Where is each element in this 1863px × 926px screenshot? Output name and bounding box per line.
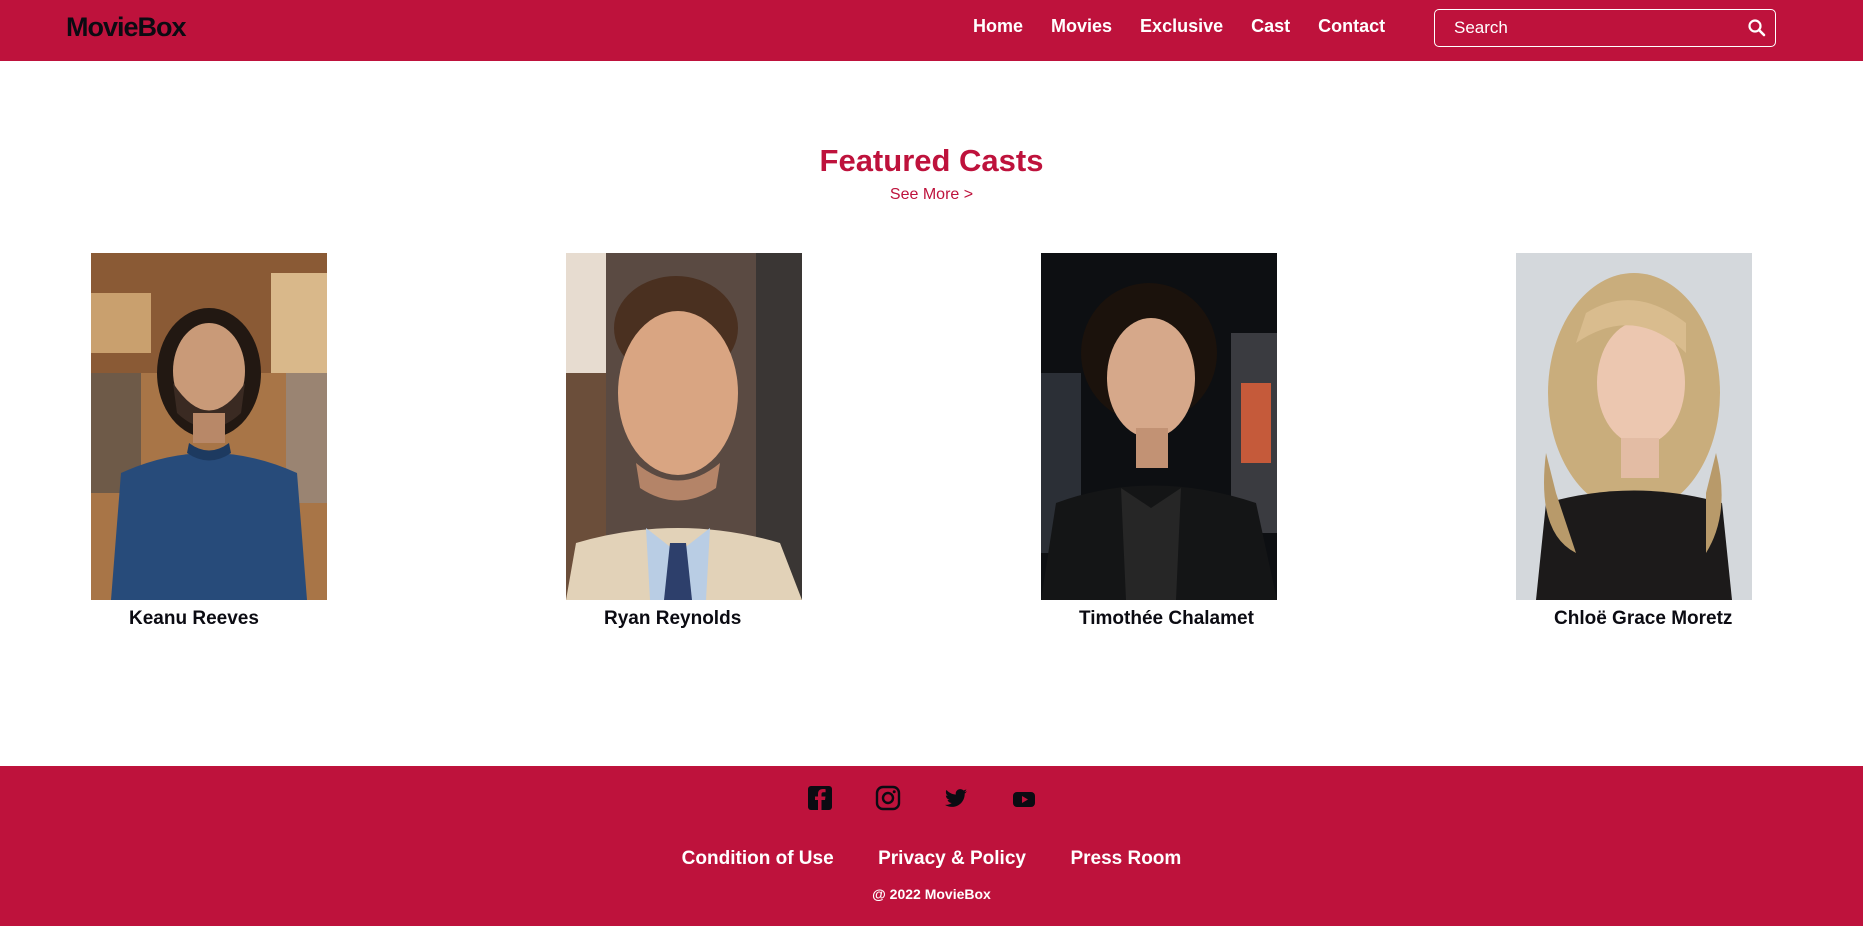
footer-links: Condition of Use Privacy & Policy Press … — [0, 848, 1863, 870]
section-title: Featured Casts — [819, 143, 1044, 178]
see-more-link[interactable]: See More > — [0, 186, 1863, 204]
cast-card[interactable]: Ryan Reynolds — [566, 253, 802, 629]
search-icon[interactable] — [1747, 18, 1767, 38]
nav-link-home[interactable]: Home — [973, 16, 1023, 37]
youtube-icon[interactable] — [1010, 784, 1038, 812]
nav-link-movies[interactable]: Movies — [1051, 16, 1112, 37]
nav-link-exclusive[interactable]: Exclusive — [1140, 16, 1223, 37]
cast-name: Chloë Grace Moretz — [1554, 608, 1733, 629]
search-input[interactable] — [1435, 10, 1735, 45]
cast-card[interactable]: Chloë Grace Moretz — [1516, 253, 1752, 629]
footer-link-press[interactable]: Press Room — [1070, 848, 1181, 869]
instagram-icon[interactable] — [874, 784, 902, 812]
facebook-icon[interactable] — [806, 784, 834, 812]
footer-link-privacy[interactable]: Privacy & Policy — [878, 848, 1026, 869]
footer: Condition of Use Privacy & Policy Press … — [0, 766, 1863, 926]
logo[interactable]: MovieBox — [66, 12, 187, 43]
twitter-icon[interactable] — [942, 784, 970, 812]
nav-links: Home Movies Exclusive Cast Contact — [973, 16, 1413, 37]
footer-link-condition[interactable]: Condition of Use — [682, 848, 834, 869]
search-box — [1434, 9, 1776, 47]
cast-name: Ryan Reynolds — [604, 608, 742, 629]
cast-card[interactable]: Timothée Chalamet — [1041, 253, 1277, 629]
cast-name: Keanu Reeves — [129, 608, 259, 629]
cast-photo — [91, 253, 327, 600]
cast-photo — [1516, 253, 1752, 600]
cast-name: Timothée Chalamet — [1079, 608, 1254, 629]
nav-link-contact[interactable]: Contact — [1318, 16, 1385, 37]
cast-photo — [566, 253, 802, 600]
copyright-text: @ 2022 MovieBox — [872, 886, 991, 902]
cast-photo — [1041, 253, 1277, 600]
nav-link-cast[interactable]: Cast — [1251, 16, 1290, 37]
navbar: MovieBox Home Movies Exclusive Cast Cont… — [0, 0, 1863, 61]
cast-card[interactable]: Keanu Reeves — [91, 253, 327, 629]
social-icons — [806, 784, 1078, 812]
